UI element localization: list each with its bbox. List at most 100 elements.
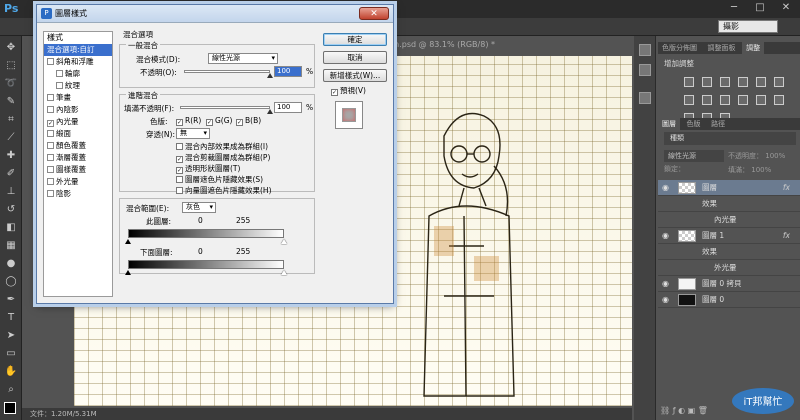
visibility-eye-icon[interactable]: ◉ [662,228,669,244]
eyedropper-tool-icon[interactable]: ⟋ [4,132,18,144]
crop-tool-icon[interactable]: ⌗ [4,114,18,126]
black-white-icon[interactable] [702,95,712,105]
cancel-button[interactable]: 取消 [323,51,387,64]
style-item-inner-shadow[interactable]: 內陰影 [44,104,112,116]
workspace-select[interactable]: 攝影 [718,20,778,33]
channel-b-checkbox[interactable]: ✓ B(B) [236,116,261,126]
minimize-button[interactable]: ─ [722,0,746,16]
checkbox[interactable] [47,130,54,137]
posterize-icon[interactable] [774,95,784,105]
curves-icon[interactable] [720,77,730,87]
history-panel-icon[interactable] [639,44,651,56]
style-item-satin[interactable]: 緞面 [44,128,112,140]
history-brush-tool-icon[interactable]: ↺ [4,204,18,216]
style-item-bevel-emboss[interactable]: 斜角和浮雕 [44,56,112,68]
checkbox[interactable] [47,166,54,173]
this-layer-gradient[interactable] [128,229,284,238]
marquee-tool-icon[interactable]: ⬚ [4,60,18,72]
tab-navigator[interactable]: 調整面板 [704,42,740,54]
exposure-icon[interactable] [738,77,748,87]
tab-layers[interactable]: 圖層 [658,118,680,130]
maximize-button[interactable]: □ [748,0,772,16]
checkbox[interactable] [47,106,54,113]
layer-opacity-value[interactable]: 100% [765,152,785,160]
shape-tool-icon[interactable]: ▭ [4,348,18,360]
dialog-close-button[interactable]: ✕ [359,7,389,20]
style-item-stroke[interactable]: 筆畫 [44,92,112,104]
style-item-texture[interactable]: 紋理 [44,80,112,92]
style-item-pattern-overlay[interactable]: 圖樣覆蓋 [44,164,112,176]
layer-row[interactable]: ◉ 圖層 fx [658,180,800,196]
vibrance-icon[interactable] [756,77,766,87]
visibility-eye-icon[interactable]: ◉ [662,292,669,308]
zoom-tool-icon[interactable]: ⌕ [4,384,18,396]
tab-adjustments[interactable]: 調整 [742,42,765,54]
this-layer-black-slider[interactable] [125,239,131,244]
ok-button[interactable]: 確定 [323,33,387,46]
checkbox[interactable] [47,142,54,149]
fill-opacity-input[interactable]: 100 [274,102,302,113]
opacity-input[interactable]: 100 [274,66,302,77]
checkbox[interactable] [176,143,183,150]
blend-mode-select[interactable]: 線性光源 [208,53,278,64]
dodge-tool-icon[interactable]: ◯ [4,276,18,288]
style-item-outer-glow[interactable]: 外光暈 [44,176,112,188]
option-layer-mask-hides[interactable]: 圖層遮色片隱藏效果(S) [120,173,314,184]
underlying-black-slider[interactable] [125,270,131,275]
trash-icon[interactable]: 🗑 [698,406,708,415]
layer-effects-row[interactable]: 效果 [658,244,800,260]
fx-icon[interactable]: fx [783,180,790,196]
link-icon[interactable]: ⛓ [660,406,670,415]
layer-fill-value[interactable]: 100% [751,166,771,174]
style-item-color-overlay[interactable]: 顏色覆蓋 [44,140,112,152]
underlying-layer-gradient[interactable] [128,260,284,269]
layer-blend-mode-select[interactable]: 線性光源 [664,150,724,162]
style-item-gradient-overlay[interactable]: 漸層覆蓋 [44,152,112,164]
fill-opacity-slider[interactable] [180,106,273,114]
fx-icon[interactable]: fx [783,228,790,244]
style-item-blending-options[interactable]: 混合選項:自訂 [44,44,112,56]
checkbox[interactable] [176,176,183,183]
close-window-button[interactable]: ✕ [774,0,798,16]
brightness-icon[interactable] [684,77,694,87]
mask-icon[interactable]: ◐ [678,406,685,415]
checkbox[interactable] [47,94,54,101]
checkbox[interactable] [47,58,54,65]
checkbox[interactable] [56,82,63,89]
channel-mixer-icon[interactable] [738,95,748,105]
hue-saturation-icon[interactable] [774,77,784,87]
path-select-tool-icon[interactable]: ➤ [4,330,18,342]
style-item-drop-shadow[interactable]: 陰影 [44,188,112,200]
checkbox[interactable] [47,190,54,197]
tab-paths[interactable]: 路徑 [707,118,729,130]
checkbox-checked[interactable]: ✓ [47,120,54,127]
stamp-tool-icon[interactable]: ⊥ [4,186,18,198]
visibility-eye-icon[interactable]: ◉ [662,180,669,196]
layer-filter-select[interactable]: 種類 [664,132,796,145]
gradient-tool-icon[interactable]: ▦ [4,240,18,252]
style-item-inner-glow[interactable]: ✓ 內光暈 [44,116,112,128]
layer-row[interactable]: ◉ 圖層 0 拷貝 [658,276,800,292]
color-balance-icon[interactable] [684,95,694,105]
properties-panel-icon[interactable] [639,92,651,104]
blur-tool-icon[interactable]: ● [4,258,18,270]
layer-row[interactable]: ◉ 圖層 0 [658,292,800,308]
opacity-slider[interactable] [184,70,273,78]
style-item-contour[interactable]: 輪廓 [44,68,112,80]
new-style-button[interactable]: 新增樣式(W)... [323,69,387,82]
quick-select-tool-icon[interactable]: ✎ [4,96,18,108]
pen-tool-icon[interactable]: ✒ [4,294,18,306]
option-blend-clipped[interactable]: ✓ 混合剪裁圖層成為群組(P) [120,151,314,163]
visibility-eye-icon[interactable]: ◉ [662,276,669,292]
option-transparency-shapes[interactable]: ✓ 透明形狀圖層(T) [120,162,314,174]
move-tool-icon[interactable]: ✥ [4,42,18,54]
tab-histogram[interactable]: 色版分佈圖 [658,42,701,54]
layer-effect-outer-glow[interactable]: 外光暈 [658,260,800,276]
tab-channels[interactable]: 色版 [683,118,705,130]
opacity-slider-knob[interactable] [267,73,273,78]
invert-icon[interactable] [756,95,766,105]
brush-tool-icon[interactable]: ✐ [4,168,18,180]
this-layer-white-slider[interactable] [281,239,287,244]
photo-filter-icon[interactable] [720,95,730,105]
checkbox[interactable] [47,178,54,185]
